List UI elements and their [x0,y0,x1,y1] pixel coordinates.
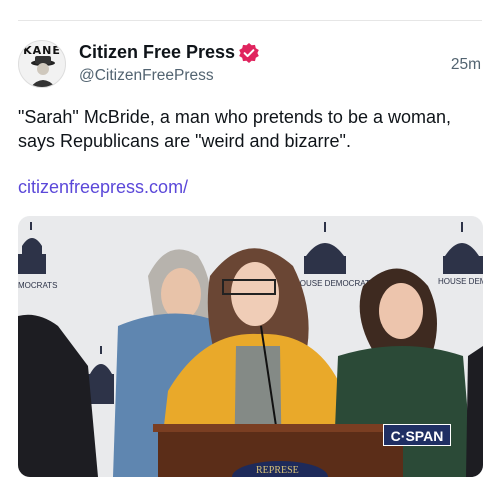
cspan-watermark: C·SPAN [383,424,451,446]
post-timestamp[interactable]: 25m [451,56,481,74]
post-text: "Sarah" McBride, a man who pretends to b… [18,107,452,151]
podium-seal-text: REPRESE [256,465,299,476]
post-link[interactable]: citizenfreepress.com/ [18,177,188,198]
backdrop-label: HOUSE DEMOCR [438,277,483,286]
author-handle[interactable]: @CitizenFreePress [79,67,214,85]
backdrop-label: MOCRATS [18,281,57,290]
top-divider [18,20,482,21]
author-display-name[interactable]: Citizen Free Press [79,42,235,63]
avatar[interactable]: KANE [18,40,66,88]
avatar-figure-icon [30,56,56,87]
verified-badge-icon [239,43,259,63]
